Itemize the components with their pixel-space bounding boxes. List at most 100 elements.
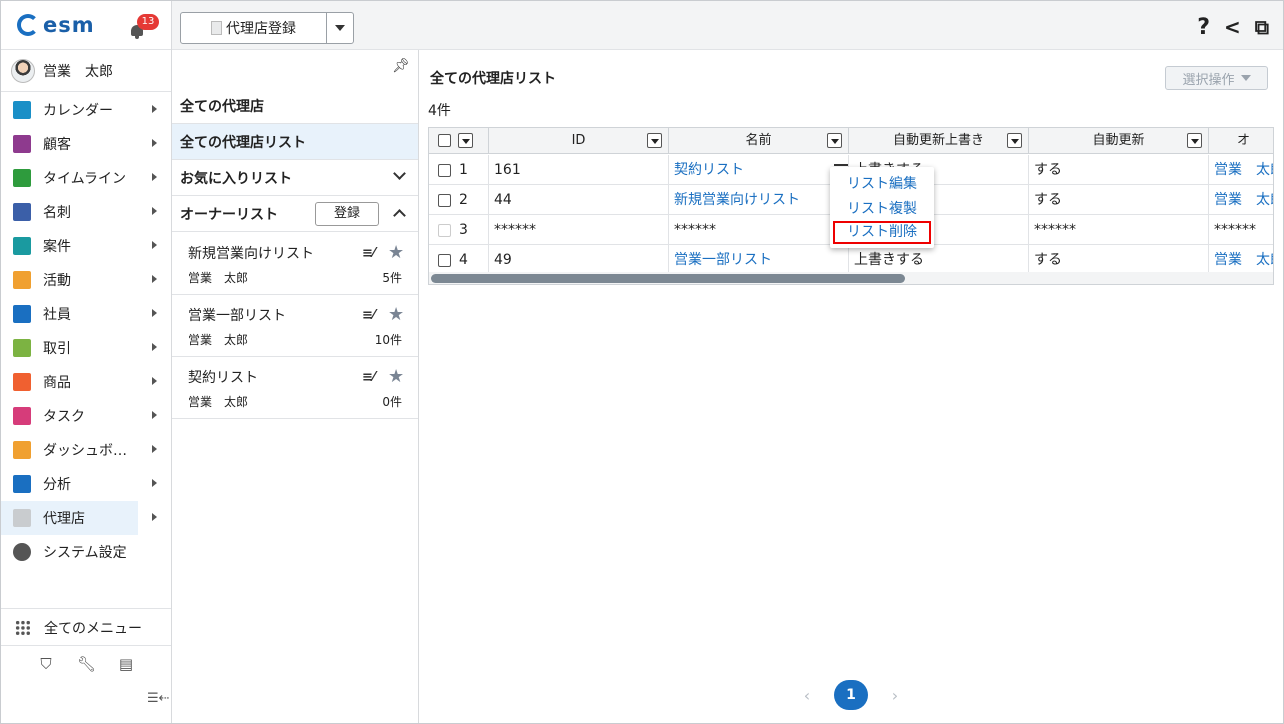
cell-name[interactable]: 新規営業向けリスト (669, 185, 849, 215)
caret-right-icon (152, 377, 157, 385)
edit-list-icon[interactable]: ≡⁄ (362, 246, 375, 261)
sidebar-item-5[interactable]: 活動 (1, 263, 171, 297)
row-checkbox[interactable] (438, 224, 451, 237)
owner-list-card[interactable]: 新規営業向けリスト 営業 太郎 5件 ≡⁄ ★ (172, 233, 418, 295)
external-link-icon[interactable]: ⧉ (1255, 15, 1269, 40)
pagination: ‹ 1 › (800, 680, 902, 710)
sidebar-item-label: タスク (43, 409, 85, 425)
column-menu-dropdown[interactable] (827, 133, 842, 148)
edit-list-icon[interactable]: ≡⁄ (362, 370, 375, 385)
column-menu-dropdown[interactable] (1187, 133, 1202, 148)
sidebar-item-3[interactable]: 名刺 (1, 195, 171, 229)
shield-icon[interactable]: ⛉ (37, 655, 55, 673)
row-number: 3 (459, 222, 468, 238)
column-header[interactable]: 自動更新上書き (849, 128, 1029, 154)
column-header[interactable]: ID (489, 128, 669, 154)
pin-icon[interactable]: 📌︎ (392, 58, 410, 74)
sidebar-item-8[interactable]: 商品 (1, 365, 171, 399)
register-button[interactable]: 代理店登録 (181, 13, 327, 43)
caret-right-icon (152, 241, 157, 249)
row-number: 4 (459, 252, 468, 268)
all-menu-button[interactable]: 全てのメニュー (1, 611, 171, 645)
sidebar-item-2[interactable]: タイムライン (1, 161, 171, 195)
sidebar-item-0[interactable]: カレンダー (1, 93, 171, 127)
cell-id: 49 (489, 245, 669, 275)
star-icon[interactable]: ★ (388, 366, 404, 387)
cell-owner[interactable]: 営業 太郎 (1209, 185, 1273, 215)
row-select-cell: 4 (429, 245, 489, 275)
all-menu-label: 全てのメニュー (44, 621, 142, 637)
top-bar: 代理店登録 ? < ⧉ (172, 1, 1283, 50)
user-profile[interactable]: 営業 太郎 (11, 59, 113, 83)
column-header-label: 自動更新上書き (892, 133, 984, 148)
owner-section[interactable]: オーナーリスト 登録 (172, 196, 418, 232)
logo[interactable]: esm (17, 13, 95, 37)
film-icon[interactable]: ▤ (117, 655, 135, 673)
sidebar-item-9[interactable]: タスク (1, 399, 171, 433)
cell-owner[interactable]: 営業 太郎 (1209, 155, 1273, 185)
sidebar: esm 13 営業 太郎 カレンダー 顧客 タイムライン 名刺 案件 活動 社員 取引 商品 タス… (1, 1, 172, 723)
cell-owner[interactable]: 営業 太郎 (1209, 245, 1273, 275)
wrench-icon[interactable]: 🔧︎ (77, 655, 96, 673)
row-checkbox[interactable] (438, 194, 451, 207)
list-all-agency-lists[interactable]: 全ての代理店リスト (172, 124, 418, 160)
building-icon (13, 135, 31, 153)
column-header[interactable]: オ (1209, 128, 1273, 154)
column-menu-dropdown[interactable] (647, 133, 662, 148)
sidebar-item-label: カレンダー (43, 103, 113, 119)
sidebar-item-10[interactable]: ダッシュボ… (1, 433, 171, 467)
favorites-label: お気に入りリスト (180, 170, 292, 187)
star-icon[interactable]: ★ (388, 304, 404, 325)
horizontal-scrollbar[interactable] (429, 272, 1273, 284)
sidebar-item-13[interactable]: システム設定 (1, 535, 171, 569)
share-icon[interactable]: < (1224, 15, 1241, 40)
current-page[interactable]: 1 (834, 680, 868, 710)
select-operation-label: 選択操作 (1182, 72, 1235, 88)
cell-name[interactable]: 営業一部リスト (669, 245, 849, 275)
caret-down-icon (335, 25, 345, 31)
column-menu-dropdown[interactable] (1007, 133, 1022, 148)
record-count: 4件 (428, 103, 451, 119)
owner-register-button[interactable]: 登録 (315, 202, 379, 226)
prev-page-icon[interactable]: ‹ (800, 686, 814, 705)
sidebar-item-11[interactable]: 分析 (1, 467, 171, 501)
favorites-section[interactable]: お気に入りリスト (172, 160, 418, 196)
list-all-agencies[interactable]: 全ての代理店 (172, 88, 418, 124)
star-icon[interactable]: ★ (388, 242, 404, 263)
card-count: 10件 (374, 333, 402, 347)
cell-auto: ****** (1029, 215, 1209, 245)
task-check-icon (13, 407, 31, 425)
help-icon[interactable]: ? (1197, 15, 1210, 40)
sidebar-item-6[interactable]: 社員 (1, 297, 171, 331)
row-checkbox[interactable] (438, 254, 451, 267)
next-page-icon[interactable]: › (888, 686, 902, 705)
edit-list-menu-item[interactable]: リスト編集 (830, 172, 934, 196)
cell-auto: する (1029, 245, 1209, 275)
avatar (11, 59, 35, 83)
edit-list-icon[interactable]: ≡⁄ (362, 308, 375, 323)
column-header[interactable]: 名前 (669, 128, 849, 154)
row-select-cell: 3 (429, 215, 489, 245)
collapse-sidebar-icon[interactable]: ☰⇠ (147, 691, 170, 706)
register-label: 代理店登録 (226, 21, 296, 37)
row-checkbox[interactable] (438, 164, 451, 177)
owner-list-card[interactable]: 営業一部リスト 営業 太郎 10件 ≡⁄ ★ (172, 295, 418, 357)
delete-list-menu-item[interactable]: リスト削除 (833, 221, 931, 244)
table-row[interactable]: 4 49営業一部リスト上書きするする営業 太郎 (429, 245, 1273, 275)
register-dropdown-button[interactable] (327, 13, 353, 43)
scrollbar-thumb[interactable] (431, 274, 905, 283)
sidebar-item-7[interactable]: 取引 (1, 331, 171, 365)
owner-list-card[interactable]: 契約リスト 営業 太郎 0件 ≡⁄ ★ (172, 357, 418, 419)
column-header[interactable]: 自動更新 (1029, 128, 1209, 154)
sidebar-item-12[interactable]: 代理店 (1, 501, 157, 535)
ledger-icon (13, 339, 31, 357)
sidebar-item-4[interactable]: 案件 (1, 229, 171, 263)
select-all-checkbox[interactable] (438, 134, 451, 147)
sidebar-item-1[interactable]: 顧客 (1, 127, 171, 161)
select-operation-button[interactable]: 選択操作 (1165, 66, 1268, 90)
duplicate-list-menu-item[interactable]: リスト複製 (830, 197, 934, 221)
column-header-label: オ (1236, 133, 1250, 148)
column-header-label: ID (571, 133, 586, 148)
select-menu-dropdown[interactable] (458, 133, 473, 148)
cell-name[interactable]: 契約リスト (669, 155, 849, 185)
